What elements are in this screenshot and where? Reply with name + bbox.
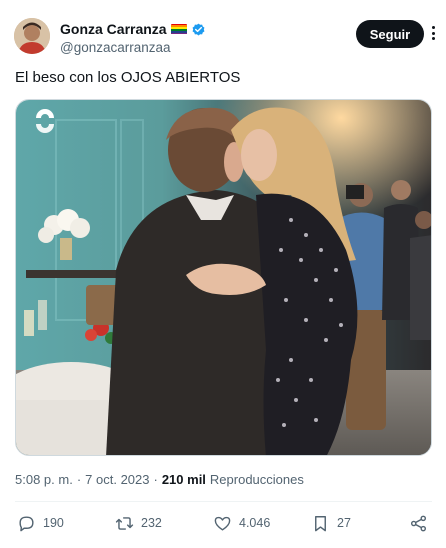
action-bar: 190 232 4.046 27 xyxy=(15,512,432,536)
author-names[interactable]: Gonza Carranza @gonzacarranzaa xyxy=(60,21,206,55)
reply-button[interactable]: 190 xyxy=(17,512,64,534)
tweet-meta: 5:08 p. m. · 7 oct. 2023 · 210 mil Repro… xyxy=(15,472,304,487)
views-label: Reproducciones xyxy=(209,472,304,487)
avatar[interactable] xyxy=(14,18,50,54)
reply-count: 190 xyxy=(43,516,64,530)
divider xyxy=(15,501,432,502)
meta-separator: · xyxy=(76,472,82,487)
reply-icon xyxy=(19,515,34,531)
like-count: 4.046 xyxy=(239,516,271,530)
display-name[interactable]: Gonza Carranza xyxy=(60,21,167,37)
more-options-icon[interactable] xyxy=(432,26,436,40)
rainbow-flag-icon xyxy=(170,23,187,35)
meta-separator: · xyxy=(153,472,158,487)
share-icon xyxy=(410,515,427,531)
repost-button[interactable]: 232 xyxy=(115,512,162,534)
like-button[interactable]: 4.046 xyxy=(213,512,270,534)
tweet-header: Gonza Carranza @gonzacarranzaa Seguir xyxy=(14,18,435,58)
tweet-photo[interactable] xyxy=(15,99,432,456)
follow-button[interactable]: Seguir xyxy=(356,20,424,48)
bookmark-count: 27 xyxy=(337,516,351,530)
heart-icon xyxy=(214,516,231,531)
author-handle[interactable]: @gonzacarranzaa xyxy=(60,40,206,55)
repost-icon xyxy=(115,516,134,530)
tweet-time[interactable]: 5:08 p. m. xyxy=(15,472,73,487)
share-button[interactable] xyxy=(409,512,428,534)
tweet-text: El beso con los OJOS ABIERTOS xyxy=(15,69,241,86)
tweet-date[interactable]: 7 oct. 2023 xyxy=(85,472,149,487)
photo-illustration xyxy=(16,100,431,455)
views-count: 210 mil xyxy=(161,472,206,487)
repost-count: 232 xyxy=(141,516,162,530)
bookmark-icon xyxy=(315,515,326,531)
bookmark-button[interactable]: 27 xyxy=(311,512,351,534)
verified-badge-icon xyxy=(192,23,205,35)
